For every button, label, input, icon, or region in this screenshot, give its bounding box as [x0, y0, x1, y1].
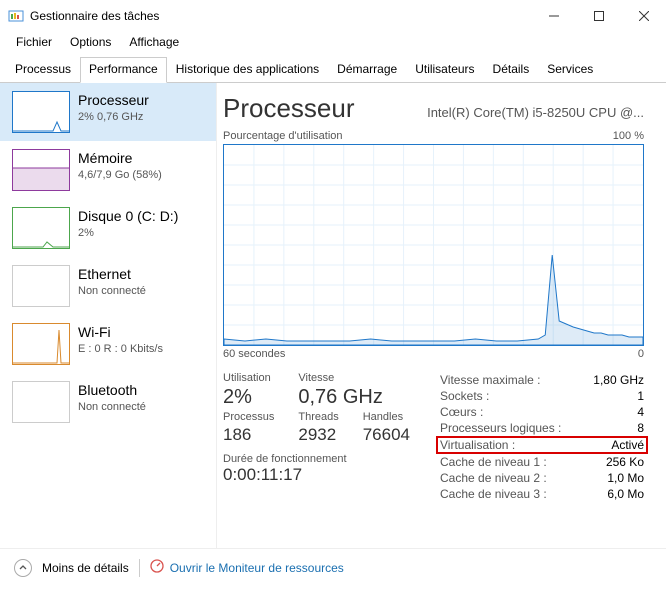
- fewer-details-link[interactable]: Moins de détails: [42, 561, 129, 575]
- stat-value: 1,0 Mo: [607, 471, 644, 485]
- stat-value: 1,80 GHz: [593, 373, 644, 387]
- speed-value: 0,76 GHz: [298, 386, 410, 409]
- menu-file[interactable]: Fichier: [8, 33, 60, 51]
- sidebar-item-title: Disque 0 (C: D:): [78, 207, 178, 226]
- sidebar-item-title: Mémoire: [78, 149, 162, 168]
- util-label: Utilisation: [223, 372, 274, 384]
- threads-value: 2932: [298, 425, 338, 445]
- page-title: Processeur: [223, 93, 427, 124]
- minimize-button[interactable]: [531, 0, 576, 31]
- stat-row: Cache de niveau 1 : 256 Ko: [440, 454, 644, 470]
- proc-value: 186: [223, 425, 274, 445]
- menu-view[interactable]: Affichage: [121, 33, 187, 51]
- sidebar-item-bluetooth[interactable]: BluetoothNon connecté: [0, 373, 216, 431]
- stat-value: 6,0 Mo: [607, 487, 644, 501]
- tab-services[interactable]: Services: [538, 57, 602, 82]
- footer: Moins de détails Ouvrir le Moniteur de r…: [0, 548, 666, 586]
- proc-label: Processus: [223, 411, 274, 423]
- stat-row: Cœurs : 4: [440, 404, 644, 420]
- stat-row: Virtualisation : Activé: [436, 436, 648, 454]
- tab-utilisateurs[interactable]: Utilisateurs: [406, 57, 483, 82]
- sidebar-item-sub: Non connecté: [78, 284, 146, 299]
- sidebar-thumb: [12, 265, 70, 307]
- sidebar-item-wi-fi[interactable]: Wi-FiE : 0 R : 0 Kbits/s: [0, 315, 216, 373]
- stats-right: Vitesse maximale :1,80 GHzSockets :1Cœur…: [440, 372, 644, 502]
- stat-row: Processeurs logiques : 8: [440, 420, 644, 436]
- stat-value: 4: [637, 405, 644, 419]
- sidebar-item-processeur[interactable]: Processeur2% 0,76 GHz: [0, 83, 216, 141]
- sidebar-item-sub: E : 0 R : 0 Kbits/s: [78, 342, 163, 357]
- stat-row: Cache de niveau 2 : 1,0 Mo: [440, 470, 644, 486]
- stat-key: Cache de niveau 1 :: [440, 455, 547, 469]
- stat-value: 256 Ko: [606, 455, 644, 469]
- sidebar-item-title: Processeur: [78, 91, 149, 110]
- stat-value: 8: [637, 421, 644, 435]
- sidebar-thumb: [12, 323, 70, 365]
- sidebar-thumb: [12, 149, 70, 191]
- app-icon: [8, 8, 24, 24]
- sidebar-item-disque-c-d-[interactable]: Disque 0 (C: D:)2%: [0, 199, 216, 257]
- resource-monitor-icon: [150, 559, 164, 576]
- stat-row: Vitesse maximale : 1,80 GHz: [440, 372, 644, 388]
- stat-key: Virtualisation :: [440, 438, 515, 452]
- sidebar-item-title: Wi-Fi: [78, 323, 163, 342]
- footer-separator: [139, 559, 140, 577]
- handles-value: 76604: [363, 425, 410, 445]
- tab-historique-des-applications[interactable]: Historique des applications: [167, 57, 328, 82]
- stat-key: Cache de niveau 3 :: [440, 487, 547, 501]
- stat-key: Cœurs :: [440, 405, 483, 419]
- title-bar: Gestionnaire des tâches: [0, 0, 666, 31]
- uptime-value: 0:00:11:17: [223, 465, 410, 485]
- tab-processus[interactable]: Processus: [6, 57, 80, 82]
- sidebar-item-title: Ethernet: [78, 265, 146, 284]
- sidebar-item-sub: 4,6/7,9 Go (58%): [78, 168, 162, 183]
- sidebar-thumb: [12, 381, 70, 423]
- fewer-details-icon[interactable]: [14, 559, 32, 577]
- window-title: Gestionnaire des tâches: [30, 9, 159, 23]
- stat-row: Cache de niveau 3 : 6,0 Mo: [440, 486, 644, 502]
- uptime-label: Durée de fonctionnement: [223, 453, 410, 465]
- sidebar-item-m-moire[interactable]: Mémoire4,6/7,9 Go (58%): [0, 141, 216, 199]
- stat-row: Sockets : 1: [440, 388, 644, 404]
- sidebar-thumb: [12, 91, 70, 133]
- tab-performance[interactable]: Performance: [80, 57, 167, 83]
- stat-key: Processeurs logiques :: [440, 421, 561, 435]
- sidebar: Processeur2% 0,76 GHzMémoire4,6/7,9 Go (…: [0, 83, 217, 548]
- sidebar-item-sub: Non connecté: [78, 400, 146, 415]
- sidebar-item-title: Bluetooth: [78, 381, 146, 400]
- cpu-chart: [223, 144, 644, 346]
- sidebar-thumb: [12, 207, 70, 249]
- menu-bar: Fichier Options Affichage: [0, 31, 666, 53]
- tab-d-marrage[interactable]: Démarrage: [328, 57, 406, 82]
- stat-key: Sockets :: [440, 389, 489, 403]
- chart-top-left-label: Pourcentage d'utilisation: [223, 130, 343, 142]
- open-resource-monitor-text: Ouvrir le Moniteur de ressources: [170, 561, 344, 575]
- maximize-button[interactable]: [576, 0, 621, 31]
- handles-label: Handles: [363, 411, 410, 423]
- stat-key: Vitesse maximale :: [440, 373, 540, 387]
- stat-value: 1: [637, 389, 644, 403]
- menu-options[interactable]: Options: [62, 33, 119, 51]
- stat-key: Cache de niveau 2 :: [440, 471, 547, 485]
- main-panel: Processeur Intel(R) Core(TM) i5-8250U CP…: [217, 83, 666, 548]
- open-resource-monitor-link[interactable]: Ouvrir le Moniteur de ressources: [150, 559, 344, 576]
- stat-value: Activé: [611, 438, 644, 452]
- sidebar-item-sub: 2%: [78, 226, 178, 241]
- util-value: 2%: [223, 386, 274, 409]
- sidebar-item-sub: 2% 0,76 GHz: [78, 110, 149, 125]
- speed-label: Vitesse: [298, 372, 338, 384]
- threads-label: Threads: [298, 411, 338, 423]
- close-button[interactable]: [621, 0, 666, 31]
- cpu-model: Intel(R) Core(TM) i5-8250U CPU @...: [427, 105, 644, 120]
- chart-bottom-left-label: 60 secondes: [223, 348, 285, 360]
- chart-bottom-right-label: 0: [638, 348, 644, 360]
- tab-d-tails[interactable]: Détails: [484, 57, 539, 82]
- sidebar-item-ethernet[interactable]: EthernetNon connecté: [0, 257, 216, 315]
- tab-bar: ProcessusPerformanceHistorique des appli…: [0, 57, 666, 83]
- chart-top-right-label: 100 %: [613, 130, 644, 142]
